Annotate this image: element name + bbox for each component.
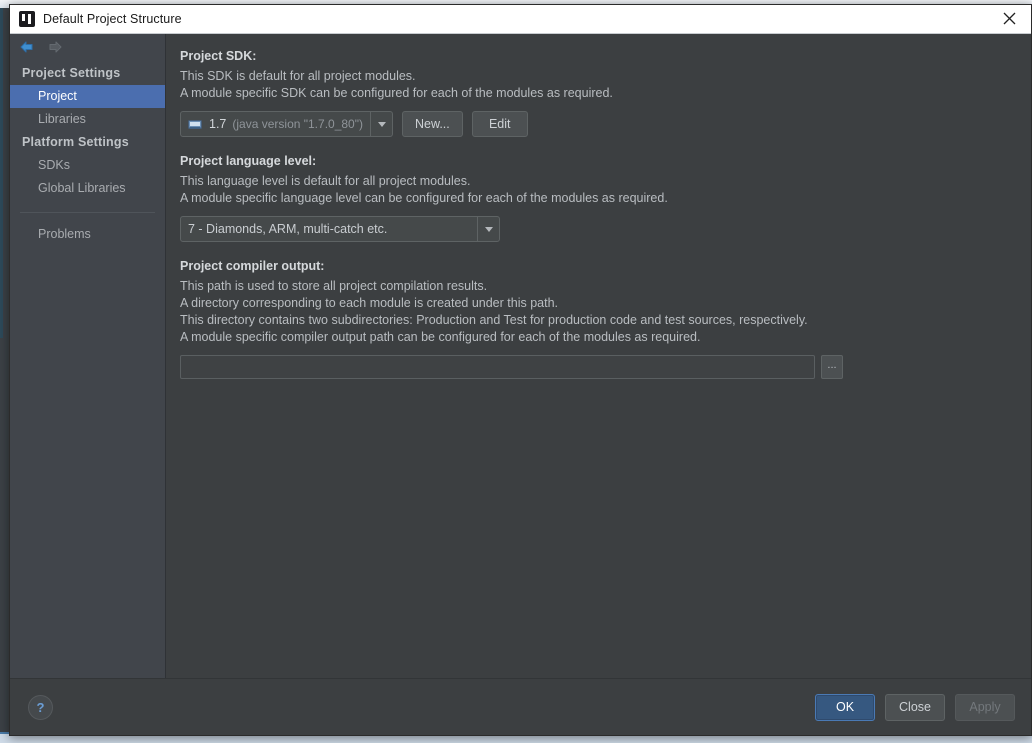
sidebar-item-global-libraries[interactable]: Global Libraries [10, 177, 165, 200]
sidebar-navigation-bar [10, 34, 165, 59]
project-sdk-version-detail: (java version "1.7.0_80") [232, 117, 363, 131]
java-sdk-icon [188, 118, 203, 131]
project-compiler-output-description-line-3: This directory contains two subdirectori… [180, 313, 808, 327]
dialog-footer: ? OK Close Apply [10, 678, 1031, 735]
project-language-level-description-line-1: This language level is default for all p… [180, 174, 471, 188]
project-compiler-output-title: Project compiler output: [180, 259, 325, 273]
project-compiler-output-section: Project compiler output: This path is us… [180, 258, 1015, 379]
project-language-level-controls-row: 7 - Diamonds, ARM, multi-catch etc. [180, 216, 1015, 242]
edit-sdk-button[interactable]: Edit [471, 111, 528, 137]
project-language-level-combobox[interactable]: 7 - Diamonds, ARM, multi-catch etc. [180, 216, 500, 242]
sidebar-item-project[interactable]: Project [10, 85, 165, 108]
intellij-idea-icon [19, 11, 35, 27]
sidebar-group-platform-settings: Platform Settings [22, 135, 129, 149]
project-sdk-description-line-2: A module specific SDK can be configured … [180, 86, 613, 100]
project-language-level-value: 7 - Diamonds, ARM, multi-catch etc. [188, 222, 388, 236]
project-compiler-output-controls-row: ... [180, 355, 1015, 379]
sidebar-group-project-settings: Project Settings [22, 66, 121, 80]
project-sdk-combobox[interactable]: 1.7 (java version "1.7.0_80") [180, 111, 393, 137]
settings-main-panel: Project SDK: This SDK is default for all… [166, 34, 1031, 678]
ok-button[interactable]: OK [815, 693, 875, 721]
project-language-level-section: Project language level: This language le… [180, 153, 1015, 242]
sidebar-item-list: Project Settings Project Libraries Platf… [10, 59, 165, 246]
close-button[interactable]: Close [885, 693, 945, 721]
sidebar-item-problems[interactable]: Problems [10, 223, 165, 246]
browse-folder-button[interactable]: ... [821, 355, 843, 379]
settings-sidebar: Project Settings Project Libraries Platf… [10, 34, 166, 678]
arrow-left-icon[interactable] [18, 39, 36, 55]
project-compiler-output-description-line-2: A directory corresponding to each module… [180, 296, 558, 310]
arrow-right-icon [46, 39, 64, 55]
project-compiler-output-description-line-1: This path is used to store all project c… [180, 279, 488, 293]
ide-left-accent-strip [0, 8, 3, 338]
compiler-output-path-input[interactable] [180, 355, 815, 379]
project-sdk-title: Project SDK: [180, 49, 257, 63]
dialog-body: Project Settings Project Libraries Platf… [10, 34, 1031, 678]
project-sdk-description-line-1: This SDK is default for all project modu… [180, 69, 416, 83]
project-sdk-controls-row: 1.7 (java version "1.7.0_80") New... Edi… [180, 111, 1015, 137]
chevron-down-icon[interactable] [477, 217, 499, 241]
project-language-level-title: Project language level: [180, 154, 317, 168]
new-sdk-button[interactable]: New... [402, 111, 463, 137]
footer-button-group: OK Close Apply [815, 693, 1015, 721]
default-project-structure-dialog: Default Project Structure Project Settin… [9, 4, 1032, 736]
sidebar-item-sdks[interactable]: SDKs [10, 154, 165, 177]
dialog-title: Default Project Structure [43, 12, 182, 26]
project-language-level-description-line-2: A module specific language level can be … [180, 191, 668, 205]
project-sdk-combobox-value: 1.7 (java version "1.7.0_80") [181, 112, 370, 136]
dialog-titlebar: Default Project Structure [10, 5, 1031, 34]
chevron-down-icon[interactable] [370, 112, 392, 136]
close-icon[interactable] [987, 5, 1031, 32]
project-compiler-output-description-line-4: A module specific compiler output path c… [180, 330, 701, 344]
question-mark-icon[interactable]: ? [28, 694, 53, 720]
project-sdk-section: Project SDK: This SDK is default for all… [180, 48, 1015, 137]
project-sdk-version: 1.7 [209, 117, 227, 131]
sidebar-item-libraries[interactable]: Libraries [10, 108, 165, 131]
sidebar-divider [20, 212, 155, 213]
apply-button: Apply [955, 693, 1015, 721]
